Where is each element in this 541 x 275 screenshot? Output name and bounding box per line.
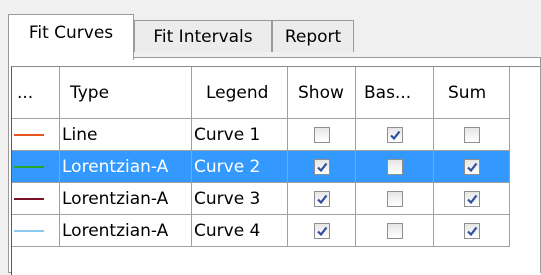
column-header-legend[interactable]: Legend <box>192 67 288 119</box>
legend-cell[interactable]: Curve 2 <box>192 151 288 183</box>
baseline-cell <box>356 215 434 247</box>
curve-color-swatch <box>14 198 44 200</box>
legend-cell[interactable]: Curve 3 <box>192 183 288 215</box>
column-header-baseline[interactable]: Bas... <box>356 67 434 119</box>
curves-table: ... Type Legend Show Bas... Sum Line Curv… <box>11 66 540 275</box>
show-checkbox[interactable] <box>313 126 330 143</box>
sum-cell <box>434 151 510 183</box>
curve-color-swatch <box>14 230 44 232</box>
tab-fit-curves[interactable]: Fit Curves <box>8 14 134 60</box>
baseline-cell <box>356 151 434 183</box>
baseline-checkbox[interactable] <box>386 126 403 143</box>
column-header-color[interactable]: ... <box>12 67 60 119</box>
tab-label: Fit Curves <box>28 23 114 43</box>
fit-curves-panel: ... Type Legend Show Bas... Sum Line Curv… <box>8 57 541 275</box>
show-checkbox[interactable] <box>313 190 330 207</box>
tab-fit-intervals[interactable]: Fit Intervals <box>134 20 272 52</box>
tab-label: Report <box>284 26 342 47</box>
show-cell <box>288 183 356 215</box>
table-row[interactable]: Lorentzian-A Curve 4 <box>12 215 540 247</box>
show-cell <box>288 119 356 151</box>
legend-cell[interactable]: Curve 4 <box>192 215 288 247</box>
table-row[interactable]: Lorentzian-A Curve 2 <box>12 151 540 183</box>
sum-checkbox[interactable] <box>463 158 480 175</box>
tab-label: Fit Intervals <box>153 26 253 47</box>
show-cell <box>288 151 356 183</box>
table-row[interactable]: Line Curve 1 <box>12 119 540 151</box>
type-cell[interactable]: Line <box>60 119 192 151</box>
curve-color-swatch <box>14 166 44 168</box>
color-cell[interactable] <box>12 151 60 183</box>
sum-checkbox[interactable] <box>463 222 480 239</box>
baseline-checkbox[interactable] <box>386 222 403 239</box>
show-checkbox[interactable] <box>313 158 330 175</box>
table-header: ... Type Legend Show Bas... Sum <box>12 67 540 119</box>
tab-report[interactable]: Report <box>272 20 354 52</box>
baseline-cell <box>356 119 434 151</box>
column-header-show[interactable]: Show <box>288 67 356 119</box>
type-cell[interactable]: Lorentzian-A <box>60 151 192 183</box>
type-cell[interactable]: Lorentzian-A <box>60 215 192 247</box>
sum-checkbox[interactable] <box>463 190 480 207</box>
baseline-checkbox[interactable] <box>386 158 403 175</box>
show-cell <box>288 215 356 247</box>
column-header-type[interactable]: Type <box>60 67 192 119</box>
type-cell[interactable]: Lorentzian-A <box>60 183 192 215</box>
baseline-cell <box>356 183 434 215</box>
color-cell[interactable] <box>12 119 60 151</box>
baseline-checkbox[interactable] <box>386 190 403 207</box>
color-cell[interactable] <box>12 183 60 215</box>
curve-color-swatch <box>14 134 44 136</box>
sum-cell <box>434 183 510 215</box>
sum-cell <box>434 119 510 151</box>
column-header-sum[interactable]: Sum <box>434 67 510 119</box>
show-checkbox[interactable] <box>313 222 330 239</box>
color-cell[interactable] <box>12 215 60 247</box>
legend-cell[interactable]: Curve 1 <box>192 119 288 151</box>
table-row[interactable]: Lorentzian-A Curve 3 <box>12 183 540 215</box>
sum-cell <box>434 215 510 247</box>
sum-checkbox[interactable] <box>463 126 480 143</box>
